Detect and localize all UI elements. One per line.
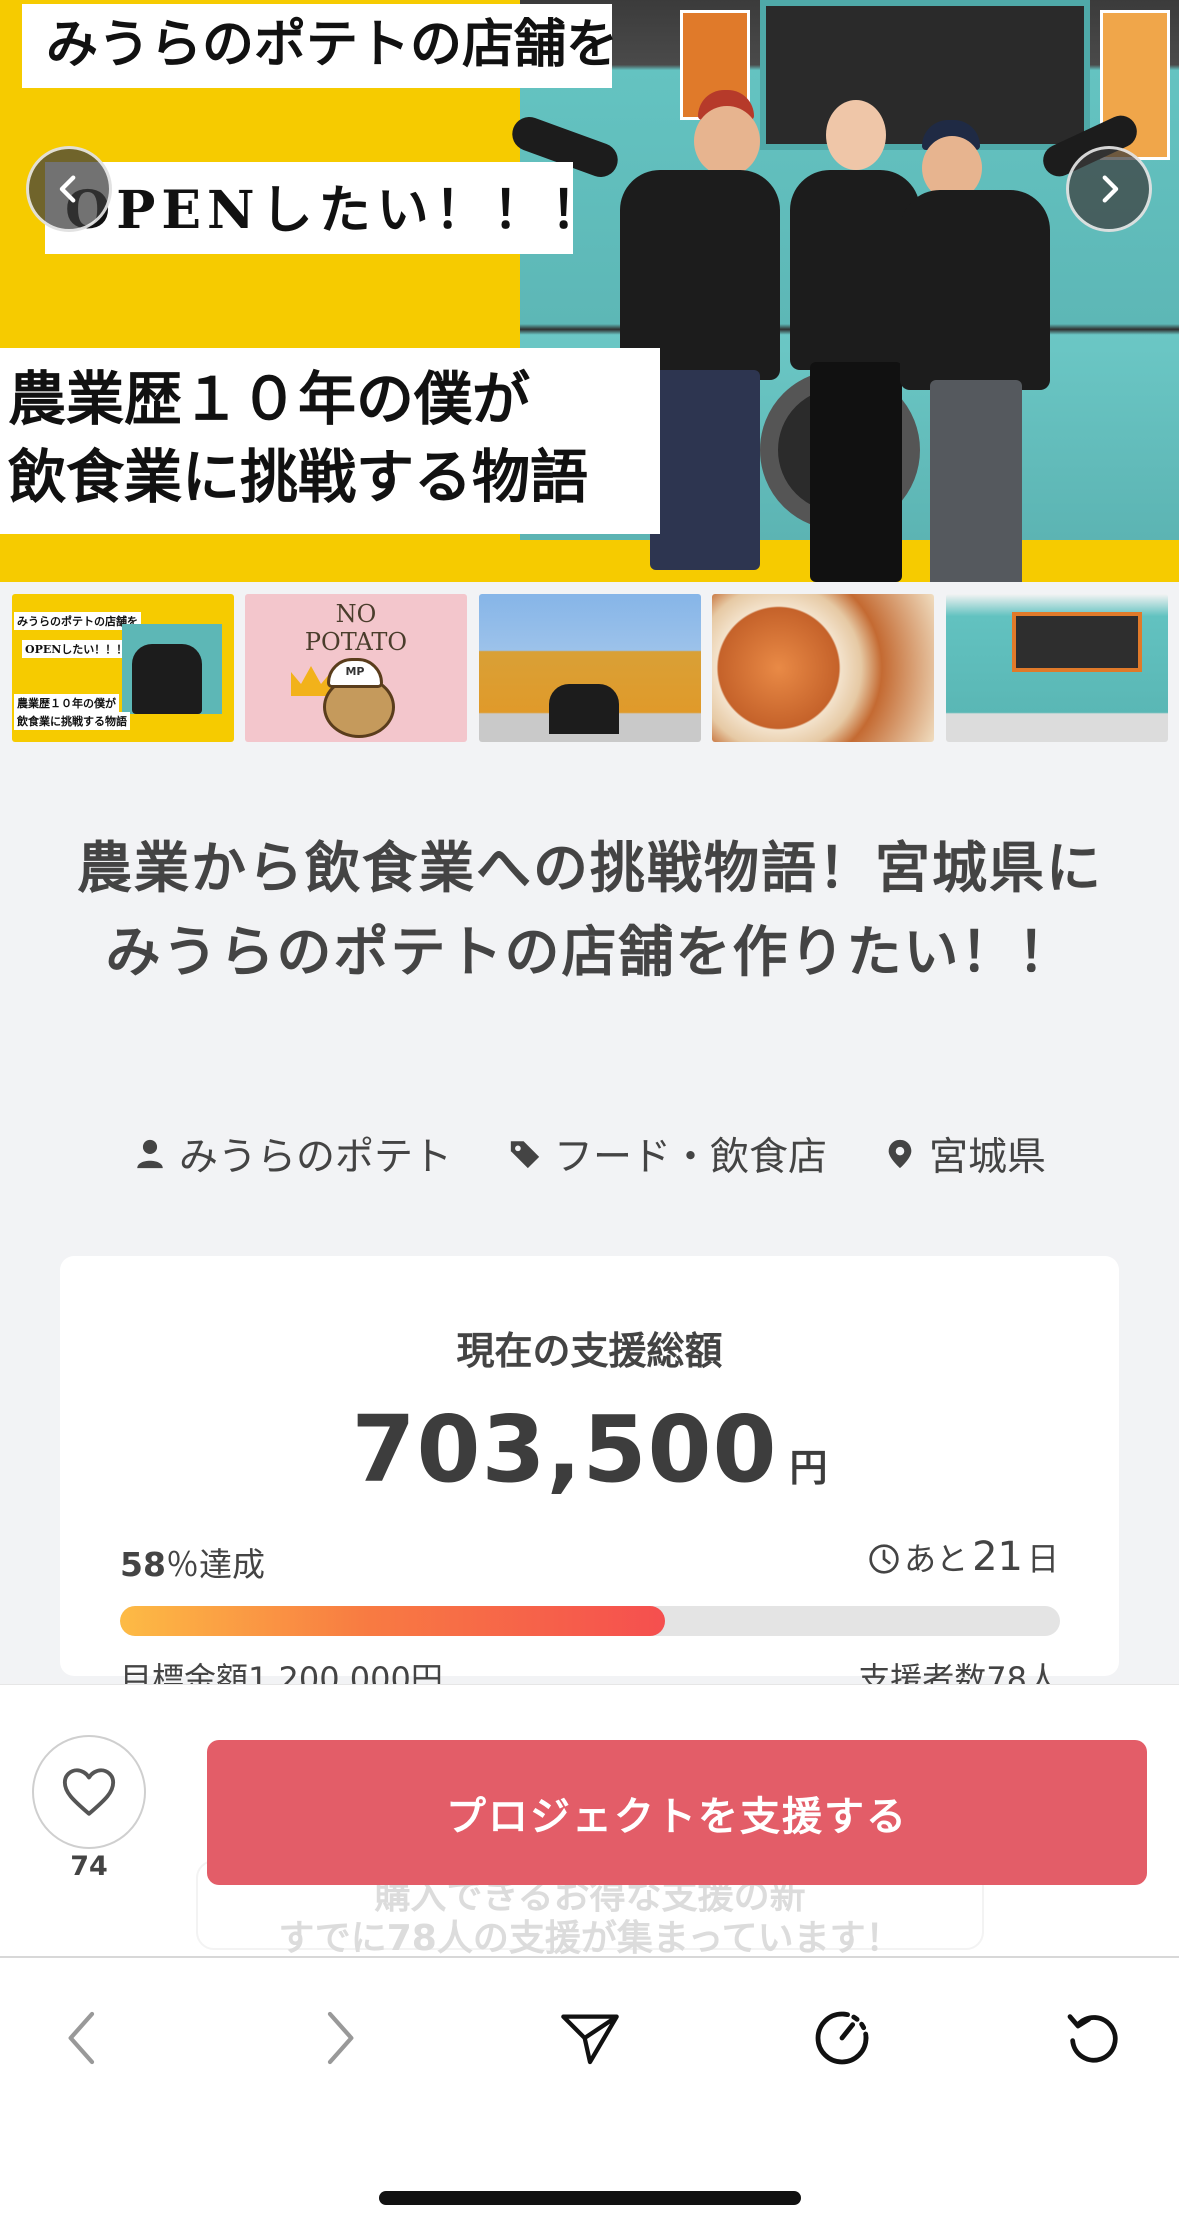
currency-label: 円	[789, 1446, 828, 1490]
chevron-left-icon	[59, 175, 76, 203]
thumb-no-potato-line1: NO	[335, 600, 377, 628]
funding-card: 現在の支援総額 703,500 円 58％達成 あと 21 日 目標金額1,200,0…	[60, 1256, 1119, 1698]
thumb-hero[interactable]: みうらのポテトの店舗を OPENしたい！！！ 農業歴１０年の僕が 飲食業に挑戦す…	[12, 594, 234, 742]
favorite-count: 74	[70, 1851, 108, 1882]
location-name: 宮城県	[929, 1135, 1047, 1180]
thumb-caption: OPENしたい！！！	[22, 640, 131, 658]
thumb-no-potato-line2: POTATO	[304, 628, 408, 656]
mascot-cap: MP	[327, 658, 383, 688]
funding-amount-row: 703,500 円	[60, 1396, 1119, 1503]
funding-label: 現在の支援総額	[456, 1329, 723, 1373]
heart-icon	[62, 1768, 116, 1816]
category-link[interactable]: フード・飲食店	[508, 1126, 827, 1182]
reload-icon	[1067, 2014, 1118, 2063]
carousel-next-button[interactable]	[1066, 146, 1152, 232]
hero-caption-3-line1: 農業歴１０年の僕が	[8, 365, 531, 433]
speed-dial-button[interactable]	[802, 1998, 882, 2078]
forward-icon	[327, 2011, 354, 2065]
chevron-right-icon	[1102, 175, 1119, 203]
back-icon	[68, 2011, 95, 2065]
days-suffix: 日	[1026, 1540, 1059, 1578]
clock-icon	[869, 1544, 899, 1574]
project-title: 農業から飲食業への挑戦物語！宮城県にみうらのポテトの店舗を作りたい！！	[76, 836, 1103, 984]
category-name: フード・飲食店	[553, 1135, 827, 1180]
owner-link[interactable]: みうらのポテト	[133, 1126, 452, 1182]
faded-line-2: すでに78人の支援が集まっています！	[278, 1918, 902, 1959]
thumb-truck-window	[1012, 612, 1142, 672]
user-icon	[137, 1139, 163, 1169]
progress-fill	[120, 1606, 666, 1636]
browser-toolbar	[0, 1956, 1179, 2228]
owner-name: みうらのポテト	[178, 1135, 452, 1180]
location-link[interactable]: 宮城県	[883, 1126, 1046, 1182]
support-project-button[interactable]: プロジェクトを支援する	[207, 1740, 1147, 1885]
location-pin-icon	[888, 1139, 912, 1169]
speed-dial-icon	[815, 2011, 869, 2065]
reload-button[interactable]	[1054, 1998, 1134, 2078]
hero-caption-3-line2: 飲食業に挑戦する物語	[8, 443, 589, 512]
thumb-orange-truck[interactable]	[479, 594, 701, 742]
action-bar: 購入できるお得な支援の新 すでに78人の支援が集まっています！ 74 プロジェク…	[0, 1684, 1179, 1959]
thumb-caption: 農業歴１０年の僕が	[14, 694, 119, 712]
forward-button[interactable]	[298, 1998, 378, 2078]
project-meta: みうらのポテト フード・飲食店 宮城県	[0, 1122, 1179, 1186]
home-indicator[interactable]	[379, 2191, 801, 2205]
percent-value: 58	[120, 1545, 166, 1584]
percent-suffix: ％達成	[165, 1545, 265, 1584]
hero-caption-3: 農業歴１０年の僕が 飲食業に挑戦する物語	[0, 348, 660, 534]
days-value: 21	[972, 1534, 1023, 1580]
funding-amount: 703,500	[351, 1396, 778, 1503]
thumb-people	[132, 644, 202, 714]
thumb-no-potato[interactable]: NO POTATO MP	[245, 594, 467, 742]
share-button[interactable]	[550, 1998, 630, 2078]
thumb-people	[549, 684, 619, 734]
truck-window	[760, 0, 1090, 150]
thumb-fries[interactable]	[712, 594, 934, 742]
thumb-caption: 飲食業に挑戦する物語	[14, 712, 130, 730]
favorite-button[interactable]	[32, 1735, 146, 1849]
hero-caption-2: OPENしたい！！！	[45, 162, 603, 254]
tag-icon	[510, 1141, 540, 1169]
carousel-prev-button[interactable]	[26, 146, 112, 232]
back-button[interactable]	[44, 1998, 124, 2078]
hero-caption-1: みうらのポテトの店舗を	[22, 4, 618, 88]
progress-bar	[120, 1606, 1060, 1636]
percent-achieved: 58％達成	[120, 1538, 265, 1586]
days-prefix: あと	[904, 1540, 969, 1578]
thumb-teal-truck[interactable]	[946, 594, 1168, 742]
hero-carousel[interactable]: みうらのポテトの店舗を OPENしたい！！！ 農業歴１０年の僕が 飲食業に挑戦す…	[0, 0, 1179, 582]
share-icon	[561, 2014, 619, 2065]
days-remaining: あと 21 日	[868, 1534, 1059, 1580]
thumbnail-strip: みうらのポテトの店舗を OPENしたい！！！ 農業歴１０年の僕が 飲食業に挑戦す…	[12, 594, 1172, 742]
crown-icon	[291, 666, 331, 696]
